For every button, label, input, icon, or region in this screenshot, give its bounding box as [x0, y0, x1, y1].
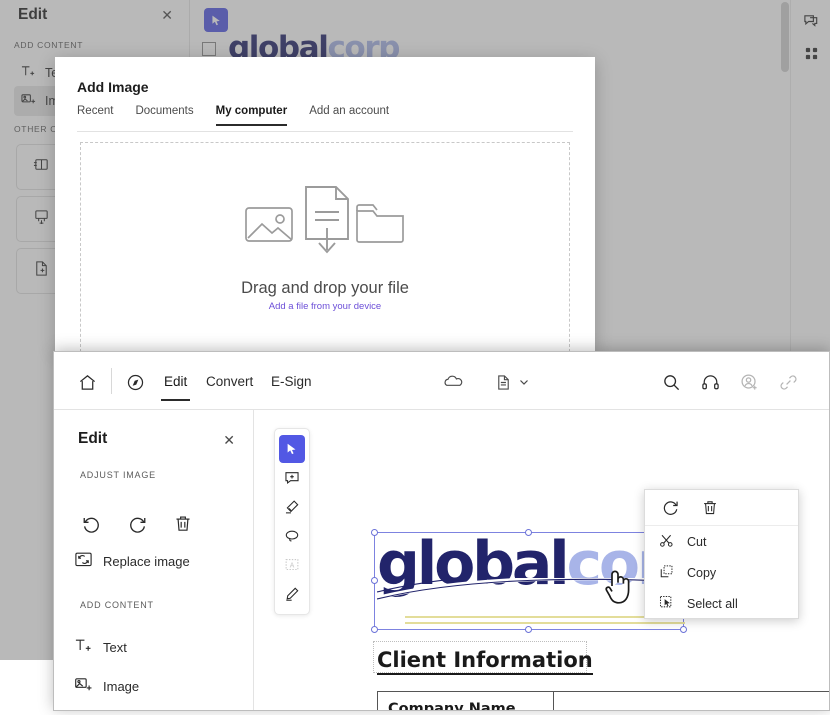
add-text-button[interactable]: Text: [74, 632, 127, 662]
client-information-table: Company Name Address: [376, 691, 829, 710]
text-add-icon: [21, 64, 36, 82]
copy-icon: [659, 564, 674, 582]
context-menu-label: Select all: [687, 596, 738, 611]
comment-icon[interactable]: [800, 10, 822, 32]
table-cell-label: Company Name: [376, 691, 555, 710]
dropzone-text: Drag and drop your file: [241, 278, 409, 297]
context-menu-top-row: [645, 490, 798, 526]
resize-handle-se[interactable]: [680, 626, 687, 633]
highlighter-icon[interactable]: [279, 493, 305, 521]
file-add-icon: [33, 260, 50, 282]
rotate-right-icon[interactable]: [659, 497, 681, 519]
chevron-down-icon[interactable]: [513, 371, 535, 393]
document-download-icon: [296, 184, 358, 265]
image-add-icon: [21, 92, 36, 110]
context-menu-label: Copy: [687, 565, 717, 580]
app-header: Edit Convert E-Sign: [54, 352, 829, 410]
adjust-image-buttons: [74, 509, 200, 539]
context-menu-item-select-all[interactable]: Select all: [645, 588, 798, 619]
replace-image-label: Replace image: [103, 553, 190, 569]
tab-documents[interactable]: Documents: [135, 105, 193, 126]
close-icon[interactable]: ✕: [161, 7, 173, 24]
link-icon: [777, 371, 799, 393]
dialog-title: Add Image: [77, 79, 149, 95]
context-menu-item-cut[interactable]: Cut: [645, 526, 798, 557]
dialog-tab-divider: [77, 131, 573, 132]
add-image-label: Image: [103, 678, 140, 694]
picture-icon: [244, 198, 300, 251]
background-sidebar-title: Edit: [18, 6, 48, 23]
text-select-icon: A: [279, 551, 305, 579]
home-icon[interactable]: [76, 371, 98, 393]
tab-my-computer[interactable]: My computer: [215, 105, 287, 126]
stamp-icon: [33, 208, 50, 230]
select-all-icon: [659, 595, 674, 613]
background-section-add-content: ADD CONTENT: [14, 40, 84, 50]
tab-convert[interactable]: Convert: [206, 374, 253, 389]
background-thumbnail-box: [202, 42, 216, 56]
add-image-button[interactable]: Image: [74, 671, 139, 701]
background-section-other-options: OTHER O: [14, 124, 58, 134]
headset-icon[interactable]: [699, 371, 721, 393]
cursor-select-icon[interactable]: [204, 8, 228, 32]
compass-icon[interactable]: [124, 371, 146, 393]
tab-edit[interactable]: Edit: [160, 374, 191, 401]
cloud-icon[interactable]: [442, 371, 464, 393]
trash-icon[interactable]: [166, 509, 200, 539]
acrobat-app-window: Edit Convert E-Sign Edit ✕ ADJUST IMAGE …: [53, 351, 830, 711]
cursor-select-icon[interactable]: [279, 435, 305, 463]
replace-image-button[interactable]: Replace image: [74, 546, 190, 576]
image-context-menu: Cut Copy Select all: [644, 489, 799, 619]
page-layout-icon: [33, 156, 50, 178]
edit-panel: Edit ✕ ADJUST IMAGE Replace image ADD CO…: [54, 410, 254, 710]
section-adjust-image: ADJUST IMAGE: [80, 470, 156, 480]
apps-grid-icon[interactable]: [800, 42, 822, 64]
search-icon[interactable]: [660, 371, 682, 393]
context-menu-item-copy[interactable]: Copy: [645, 557, 798, 588]
folder-icon: [354, 199, 406, 250]
edit-panel-title: Edit: [78, 430, 108, 447]
annotation-toolbar: A: [274, 428, 310, 615]
page-title: Client Information: [377, 648, 593, 675]
add-file-link[interactable]: Add a file from your device: [269, 301, 381, 312]
logo-gold-line-2: [405, 622, 685, 624]
rotate-right-icon[interactable]: [120, 509, 154, 539]
section-add-content: ADD CONTENT: [80, 600, 154, 610]
resize-handle-s[interactable]: [525, 626, 532, 633]
table-row: Company Name: [376, 691, 829, 710]
svg-text:A: A: [290, 561, 295, 569]
image-add-icon: [74, 675, 93, 697]
background-scrollbar[interactable]: [781, 2, 789, 72]
rotate-left-icon[interactable]: [74, 509, 108, 539]
table-cell-value[interactable]: [553, 691, 829, 710]
close-icon[interactable]: ✕: [223, 432, 235, 449]
lasso-icon[interactable]: [279, 522, 305, 550]
dropzone-icons: [244, 184, 406, 265]
dialog-tabs: Recent Documents My computer Add an acco…: [77, 105, 389, 126]
context-menu-label: Cut: [687, 534, 707, 549]
add-image-dialog: Add Image Recent Documents My computer A…: [55, 57, 595, 352]
add-text-label: Text: [103, 639, 127, 655]
add-person-icon: [738, 371, 760, 393]
tab-recent[interactable]: Recent: [77, 105, 113, 126]
screenshot-root: Edit ✕ ADD CONTENT Te Im OTHER O globalc…: [0, 0, 830, 715]
trash-icon[interactable]: [699, 497, 721, 519]
scissors-icon: [659, 533, 674, 551]
document-icon[interactable]: [492, 371, 514, 393]
resize-handle-sw[interactable]: [371, 626, 378, 633]
text-add-icon: [74, 636, 93, 658]
logo-gold-line-1: [405, 616, 685, 618]
replace-image-icon: [74, 550, 93, 572]
tab-e-sign[interactable]: E-Sign: [271, 374, 312, 389]
file-dropzone[interactable]: Drag and drop your file Add a file from …: [80, 142, 570, 352]
tab-add-an-account[interactable]: Add an account: [309, 105, 389, 126]
add-comment-icon[interactable]: [279, 464, 305, 492]
header-divider: [111, 368, 112, 394]
logo-part-global: global: [377, 529, 570, 599]
signature-icon[interactable]: [279, 580, 305, 608]
